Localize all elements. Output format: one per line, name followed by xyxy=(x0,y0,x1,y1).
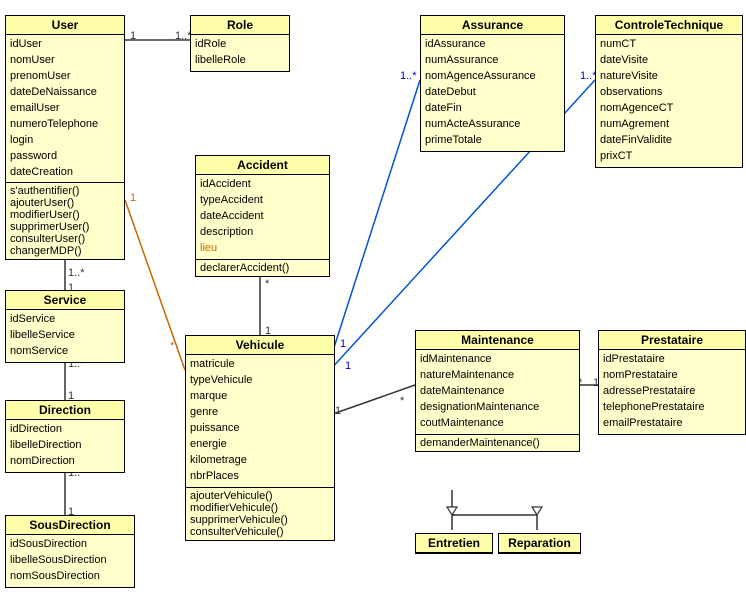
vehicule-class-body: matricule typeVehicule marque genre puis… xyxy=(186,355,334,487)
sousdirection-class: SousDirection idSousDirection libelleSou… xyxy=(5,515,135,588)
user-class-methods: s'authentifier() ajouterUser() modifierU… xyxy=(6,182,124,259)
vehicule-class-methods: ajouterVehicule() modifierVehicule() sup… xyxy=(186,487,334,540)
mult-user-veh-2: * xyxy=(170,340,174,352)
sousdirection-class-body: idSousDirection libelleSousDirection nom… xyxy=(6,535,134,587)
direction-class: Direction idDirection libelleDirection n… xyxy=(5,400,125,473)
direction-class-body: idDirection libelleDirection nomDirectio… xyxy=(6,420,124,472)
mult-user-role-1: 1 xyxy=(130,30,136,42)
controletechnique-class-header: ControleTechnique xyxy=(596,16,742,35)
vehicule-class-header: Vehicule xyxy=(186,336,334,355)
maintenance-class-header: Maintenance xyxy=(416,331,579,350)
assurance-class-header: Assurance xyxy=(421,16,564,35)
prestataire-class-body: idPrestataire nomPrestataire adressePres… xyxy=(599,350,745,434)
role-class-header: Role xyxy=(191,16,289,35)
mult-veh-ass-1: 1 xyxy=(340,338,346,350)
mult-user-service-1: 1..* xyxy=(68,267,85,279)
accident-class: Accident idAccident typeAccident dateAcc… xyxy=(195,155,330,277)
service-class-body: idService libelleService nomService xyxy=(6,310,124,362)
mult-veh-ass-2: 1..* xyxy=(400,70,417,82)
controletechnique-class: ControleTechnique numCT dateVisite natur… xyxy=(595,15,743,168)
accident-class-header: Accident xyxy=(196,156,329,175)
mult-user-veh-1: 1 xyxy=(130,192,136,204)
entretien-class: Entretien xyxy=(415,533,493,554)
maintenance-class: Maintenance idMaintenance natureMaintena… xyxy=(415,330,580,452)
prestataire-class-header: Prestataire xyxy=(599,331,745,350)
role-class: Role idRole libelleRole xyxy=(190,15,290,72)
mult-acc-veh-1: * xyxy=(265,278,269,290)
mult-veh-maint-2: * xyxy=(400,395,404,407)
sousdirection-class-header: SousDirection xyxy=(6,516,134,535)
reparation-class: Reparation xyxy=(498,533,581,554)
vehicule-class: Vehicule matricule typeVehicule marque g… xyxy=(185,335,335,541)
accident-class-body: idAccident typeAccident dateAccident des… xyxy=(196,175,329,259)
service-class: Service idService libelleService nomServ… xyxy=(5,290,125,363)
entretien-class-header: Entretien xyxy=(416,534,492,553)
direction-class-header: Direction xyxy=(6,401,124,420)
service-class-header: Service xyxy=(6,291,124,310)
reparation-class-header: Reparation xyxy=(499,534,580,553)
assurance-class: Assurance idAssurance numAssurance nomAg… xyxy=(420,15,565,152)
role-class-body: idRole libelleRole xyxy=(191,35,289,71)
user-class: User idUser nomUser prenomUser dateDeNai… xyxy=(5,15,125,260)
prestataire-class: Prestataire idPrestataire nomPrestataire… xyxy=(598,330,746,435)
user-class-header: User xyxy=(6,16,124,35)
maintenance-class-methods: demanderMaintenance() xyxy=(416,434,579,451)
user-class-body: idUser nomUser prenomUser dateDeNaissanc… xyxy=(6,35,124,182)
accident-class-methods: declarerAccident() xyxy=(196,259,329,276)
assurance-class-body: idAssurance numAssurance nomAgenceAssura… xyxy=(421,35,564,151)
mult-veh-ct-1: 1 xyxy=(345,360,351,372)
maintenance-class-body: idMaintenance natureMaintenance dateMain… xyxy=(416,350,579,434)
controletechnique-class-body: numCT dateVisite natureVisite observatio… xyxy=(596,35,742,167)
mult-veh-maint-1: 1 xyxy=(335,405,341,417)
